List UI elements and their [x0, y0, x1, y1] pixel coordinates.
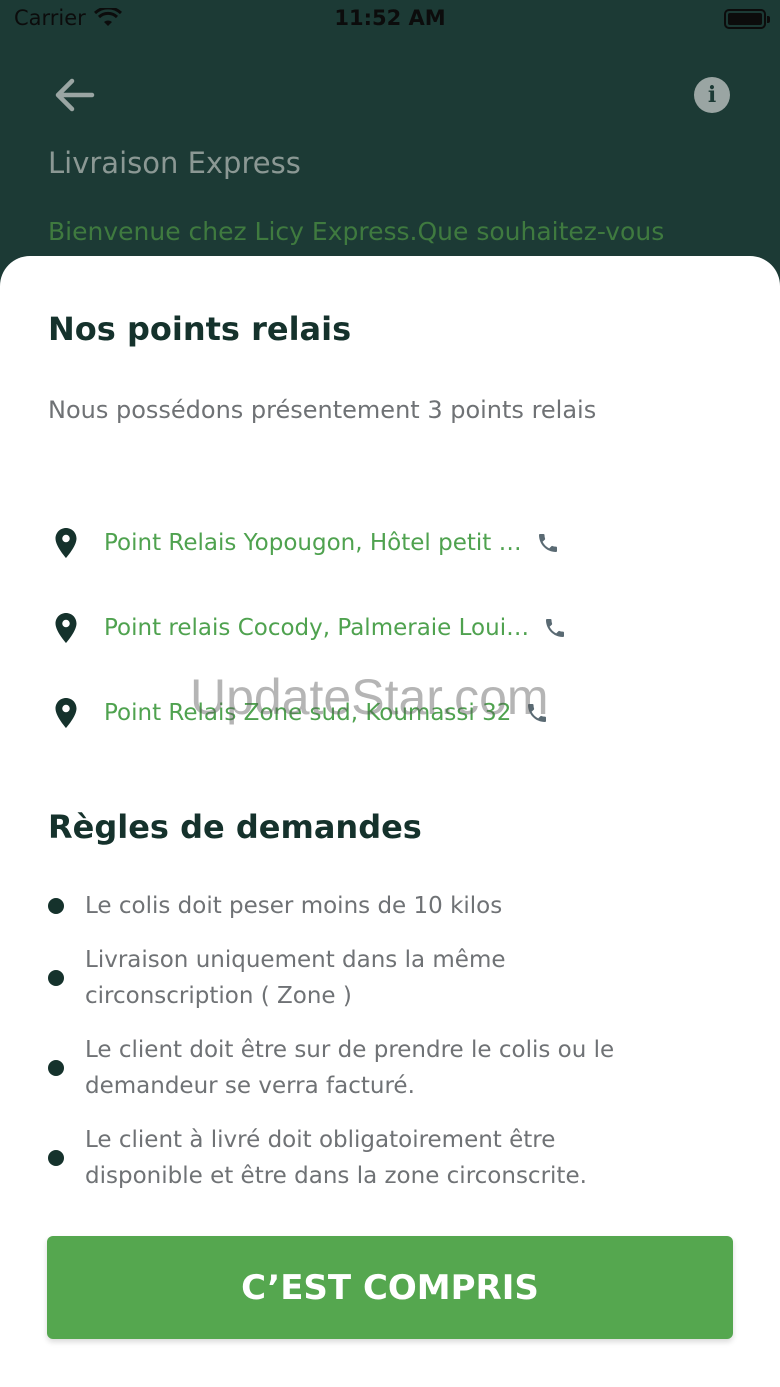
- phone-icon[interactable]: [543, 616, 567, 640]
- bullet-icon: [48, 898, 64, 914]
- bottom-sheet: Nos points relais Nous possédons présent…: [0, 256, 780, 1387]
- relay-item[interactable]: Point Relais Zone sud, Koumassi 32: [48, 670, 688, 755]
- rule-text: Le client doit être sur de prendre le co…: [85, 1037, 615, 1099]
- map-pin-icon: [55, 527, 77, 558]
- status-bar: Carrier 11:52 AM: [0, 0, 780, 40]
- bullet-icon: [48, 1060, 64, 1076]
- bullet-icon: [48, 1150, 64, 1166]
- rule-item: Livraison uniquement dans la même circon…: [48, 942, 668, 1014]
- relay-label: Point relais Cocody, Palmeraie Loui…: [104, 614, 530, 641]
- map-pin-icon: [55, 612, 77, 643]
- relay-list: Point Relais Yopougon, Hôtel petit … Poi…: [48, 500, 688, 755]
- rule-item: Le client à livré doit obligatoirement ê…: [48, 1122, 668, 1194]
- relay-label: Point Relais Zone sud, Koumassi 32: [104, 699, 512, 726]
- rule-text: Le client à livré doit obligatoirement ê…: [85, 1127, 587, 1189]
- rule-text: Livraison uniquement dans la même circon…: [85, 947, 506, 1009]
- relay-item[interactable]: Point Relais Yopougon, Hôtel petit …: [48, 500, 688, 585]
- bullet-icon: [48, 970, 64, 986]
- relay-section-title: Nos points relais: [48, 310, 352, 348]
- rule-item: Le client doit être sur de prendre le co…: [48, 1032, 668, 1104]
- confirm-button[interactable]: C’EST COMPRIS: [47, 1236, 733, 1339]
- rules-list: Le colis doit peser moins de 10 kilos Li…: [48, 888, 668, 1212]
- phone-icon[interactable]: [536, 531, 560, 555]
- relay-item[interactable]: Point relais Cocody, Palmeraie Loui…: [48, 585, 688, 670]
- relay-section-subtitle: Nous possédons présentement 3 points rel…: [48, 396, 597, 424]
- status-time: 11:52 AM: [334, 6, 446, 30]
- arrow-left-icon[interactable]: [52, 72, 98, 118]
- phone-icon[interactable]: [525, 701, 549, 725]
- welcome-text: Bienvenue chez Licy Express.Que souhaite…: [48, 217, 665, 246]
- info-icon[interactable]: i: [694, 77, 730, 113]
- header: i Livraison Express Bienvenue chez Licy …: [0, 40, 780, 270]
- rules-section-title: Règles de demandes: [48, 808, 422, 846]
- relay-label: Point Relais Yopougon, Hôtel petit …: [104, 529, 522, 556]
- rule-text: Le colis doit peser moins de 10 kilos: [85, 893, 503, 919]
- page-title: Livraison Express: [48, 146, 301, 180]
- battery-icon: [724, 9, 770, 29]
- map-pin-icon: [55, 697, 77, 728]
- rule-item: Le colis doit peser moins de 10 kilos: [48, 888, 668, 924]
